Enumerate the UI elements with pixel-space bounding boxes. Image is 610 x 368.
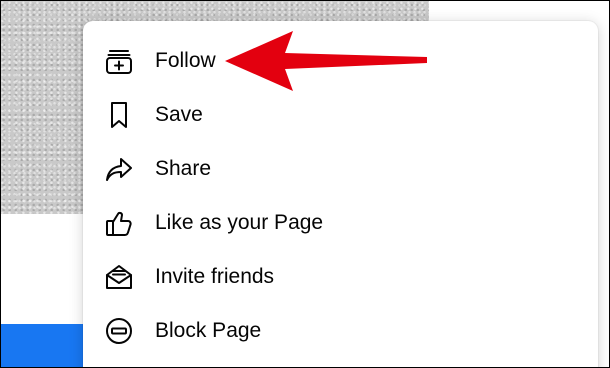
menu-item-share[interactable]: Share (83, 142, 598, 196)
bookmark-icon (103, 99, 135, 131)
menu-item-label: Invite friends (155, 265, 275, 288)
follow-icon (103, 45, 135, 77)
thumbs-up-icon (103, 207, 135, 239)
screenshot-frame: Follow Save Share Like as your Page Invi… (0, 0, 610, 368)
menu-item-label: Like as your Page (155, 211, 324, 234)
menu-item-like-as-page[interactable]: Like as your Page (83, 196, 598, 250)
menu-item-block-page[interactable]: Block Page (83, 304, 598, 358)
menu-item-save[interactable]: Save (83, 88, 598, 142)
menu-item-label: Share (155, 157, 212, 180)
menu-item-label: Follow (155, 49, 216, 72)
block-icon (103, 315, 135, 347)
menu-item-invite-friends[interactable]: Invite friends (83, 250, 598, 304)
share-icon (103, 153, 135, 185)
invite-envelope-icon (103, 261, 135, 293)
menu-item-label: Block Page (155, 319, 262, 342)
menu-item-label: Save (155, 103, 203, 126)
red-arrow-annotation (225, 31, 427, 91)
